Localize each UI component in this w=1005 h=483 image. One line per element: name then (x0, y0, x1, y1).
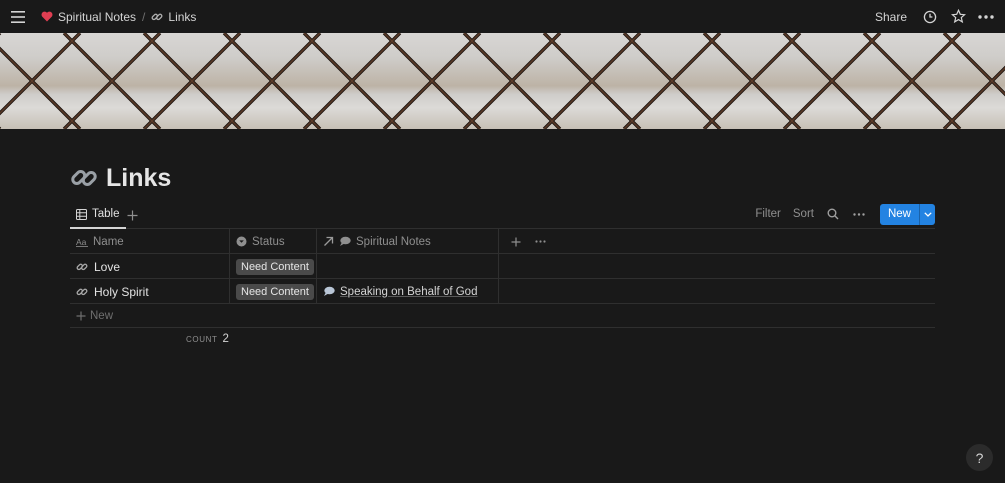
relation-cell[interactable] (317, 254, 499, 279)
link-icon[interactable] (70, 164, 98, 192)
count-calculation[interactable]: COUNT 2 (186, 333, 229, 345)
column-more-icon[interactable] (529, 231, 551, 253)
status-cell[interactable]: Need Content (230, 279, 317, 304)
speech-bubble-icon (339, 236, 351, 247)
cover-image (0, 33, 1005, 129)
tab-table[interactable]: Table (70, 201, 126, 229)
count-label: COUNT (186, 334, 218, 344)
top-actions: Share (869, 0, 997, 33)
count-value: 2 (222, 333, 229, 345)
database-table: Aa Name Status Spiritual Notes Love Need… (70, 229, 935, 352)
link-icon (76, 261, 88, 273)
relation-cell[interactable]: Speaking on Behalf of God (317, 279, 499, 304)
table-header: Aa Name Status Spiritual Notes (70, 229, 935, 254)
breadcrumb: Spiritual Notes / Links (37, 0, 200, 33)
search-icon[interactable] (822, 203, 844, 225)
column-header-spiritual-notes[interactable]: Spiritual Notes (317, 229, 499, 254)
link-icon (151, 11, 163, 23)
status-cell[interactable]: Need Content (230, 254, 317, 279)
table-icon (76, 208, 87, 220)
column-label: Spiritual Notes (356, 235, 431, 248)
svg-text:Aa: Aa (76, 237, 87, 247)
row-title: Holy Spirit (94, 284, 149, 299)
star-icon[interactable] (947, 6, 969, 28)
new-button[interactable]: New (879, 203, 919, 225)
column-header-status[interactable]: Status (230, 229, 317, 254)
breadcrumb-links[interactable]: Links (147, 8, 200, 26)
page-title: Links (70, 160, 171, 196)
breadcrumb-label: Spiritual Notes (58, 9, 137, 24)
page-title-text: Links (106, 163, 172, 192)
share-button[interactable]: Share (869, 7, 913, 27)
status-badge: Need Content (236, 283, 314, 300)
status-badge: Need Content (236, 258, 314, 275)
name-cell[interactable]: Holy Spirit (70, 279, 230, 304)
filter-button[interactable]: Filter (751, 206, 785, 222)
view-more-icon[interactable] (848, 203, 870, 225)
column-header-name[interactable]: Aa Name (70, 229, 230, 254)
history-icon[interactable] (919, 6, 941, 28)
row-title: Love (94, 259, 121, 274)
relation-icon (323, 236, 334, 247)
view-bar: Table Filter Sort New (70, 201, 935, 229)
table-row[interactable]: Love Need Content (70, 254, 935, 279)
speech-bubble-icon (323, 286, 335, 297)
help-button[interactable]: ? (966, 444, 993, 471)
link-icon (76, 286, 88, 298)
breadcrumb-label: Links (168, 9, 197, 24)
new-row-label: New (90, 309, 114, 322)
view-tools: Filter Sort New (751, 203, 935, 225)
text-icon: Aa (76, 237, 88, 247)
relation-link[interactable]: Speaking on Behalf of God (323, 286, 477, 298)
new-button-group: New (879, 203, 935, 225)
more-icon[interactable] (975, 6, 997, 28)
add-property-icon[interactable] (505, 231, 527, 253)
plus-icon (76, 311, 86, 321)
column-label: Status (252, 235, 285, 248)
top-bar: Spiritual Notes / Links Share (0, 0, 1005, 33)
chevron-down-icon[interactable] (919, 203, 935, 225)
breadcrumb-separator: / (142, 9, 146, 24)
status-icon (236, 236, 247, 247)
column-header-actions (499, 229, 935, 254)
new-row-button[interactable]: New (70, 304, 935, 328)
column-label: Name (93, 235, 124, 248)
calculation-row: COUNT 2 (70, 328, 935, 352)
table-row[interactable]: Holy Spirit Need Content Speaking on Beh… (70, 279, 935, 304)
breadcrumb-spiritual-notes[interactable]: Spiritual Notes (37, 8, 140, 26)
name-cell[interactable]: Love (70, 254, 230, 279)
heart-icon (41, 11, 53, 22)
sort-button[interactable]: Sort (789, 206, 818, 222)
tab-label: Table (92, 208, 120, 220)
add-view-icon[interactable] (124, 207, 140, 223)
empty-cell (499, 254, 935, 279)
empty-cell (499, 279, 935, 304)
relation-label: Speaking on Behalf of God (340, 285, 478, 298)
menu-icon[interactable] (8, 7, 28, 27)
